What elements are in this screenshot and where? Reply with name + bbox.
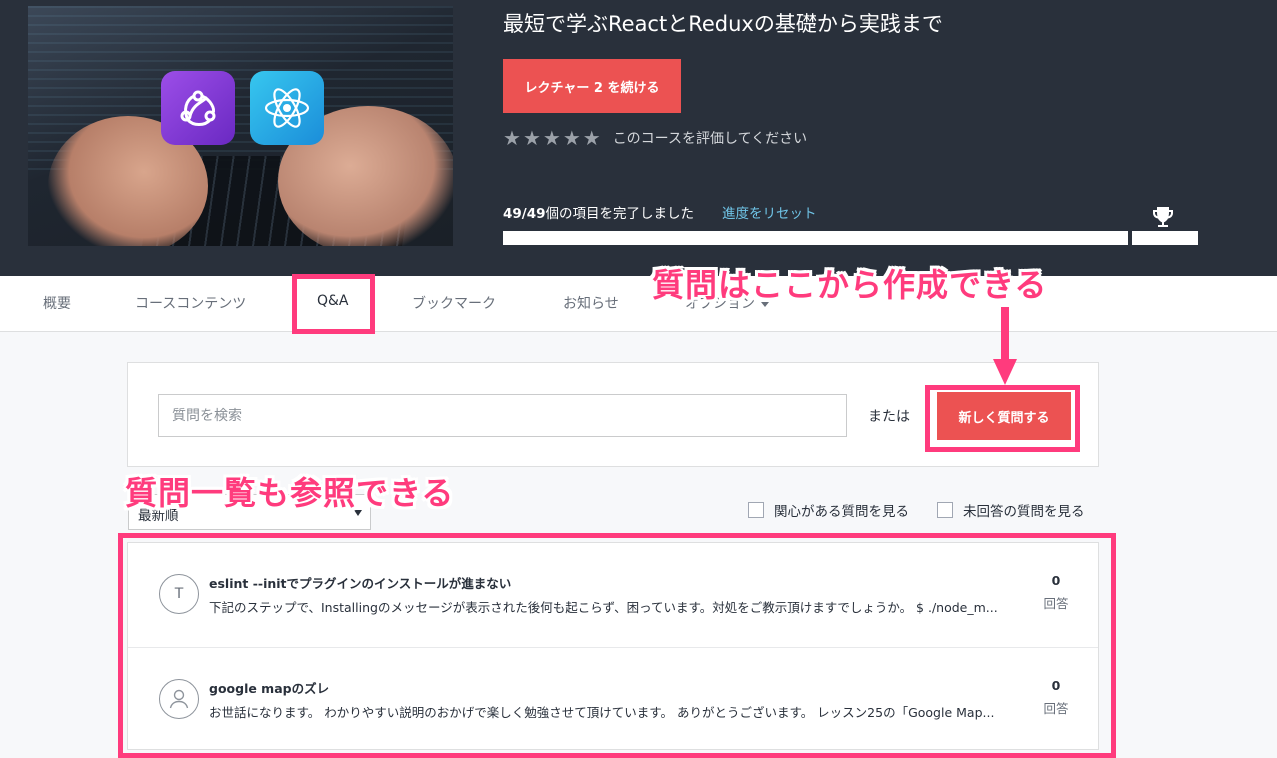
course-rating[interactable]: ★ ★ ★ ★ ★ このコースを評価してください	[503, 127, 807, 149]
or-label: または	[868, 409, 910, 425]
course-header: 最短で学ぶReactとReduxの基礎から実践まで レクチャー 2 を続ける ★…	[0, 0, 1277, 276]
annotation-create-here: 質問はここから作成できる	[652, 266, 1048, 304]
star-icon[interactable]: ★	[523, 127, 541, 149]
annotation-list-here: 質問一覧も参照できる	[125, 474, 455, 512]
tab-bookmarks[interactable]: ブックマーク	[412, 293, 496, 313]
progress-bar-end	[1132, 231, 1198, 245]
progress-bar-fill	[503, 231, 1128, 245]
reset-progress-link[interactable]: 進度をリセット	[722, 202, 817, 222]
tab-course-content[interactable]: コースコンテンツ	[135, 293, 246, 313]
course-thumbnail	[28, 6, 453, 246]
filter-unanswered[interactable]: 未回答の質問を見る	[937, 500, 1085, 520]
course-tabs: 概要 コースコンテンツ Q&A ブックマーク お知らせ オプション	[0, 276, 1277, 332]
question-search-input[interactable]	[158, 394, 847, 437]
annotation-ask-button-highlight	[925, 385, 1080, 452]
trophy-icon[interactable]	[1151, 205, 1175, 229]
progress-summary: 49/49個の項目を完了しました	[503, 202, 694, 222]
star-icon[interactable]: ★	[503, 127, 521, 149]
star-icon[interactable]: ★	[563, 127, 581, 149]
annotation-qa-tab-highlight	[292, 274, 375, 334]
tab-overview[interactable]: 概要	[43, 293, 71, 313]
progress-suffix: 個の項目を完了しました	[545, 206, 695, 222]
progress-bar	[503, 231, 1128, 245]
redux-logo-icon	[161, 71, 235, 145]
rating-stars[interactable]: ★ ★ ★ ★ ★	[503, 127, 601, 149]
star-icon[interactable]: ★	[543, 127, 561, 149]
filter-following[interactable]: 関心がある質問を見る	[748, 500, 909, 520]
filter-following-label: 関心がある質問を見る	[774, 504, 909, 520]
continue-lecture-button[interactable]: レクチャー 2 を続ける	[503, 59, 681, 113]
unanswered-checkbox[interactable]	[937, 502, 953, 518]
star-icon[interactable]: ★	[583, 127, 601, 149]
react-logo-icon	[250, 71, 324, 145]
annotation-arrow-down-icon	[993, 307, 1017, 385]
following-checkbox[interactable]	[748, 502, 764, 518]
annotation-question-list-highlight	[118, 533, 1116, 758]
progress-count: 49/49	[503, 206, 546, 222]
course-title: 最短で学ぶReactとReduxの基礎から実践まで	[503, 12, 943, 36]
rating-prompt[interactable]: このコースを評価してください	[613, 128, 807, 148]
filter-unanswered-label: 未回答の質問を見る	[963, 504, 1085, 520]
tab-announcements[interactable]: お知らせ	[563, 293, 619, 313]
